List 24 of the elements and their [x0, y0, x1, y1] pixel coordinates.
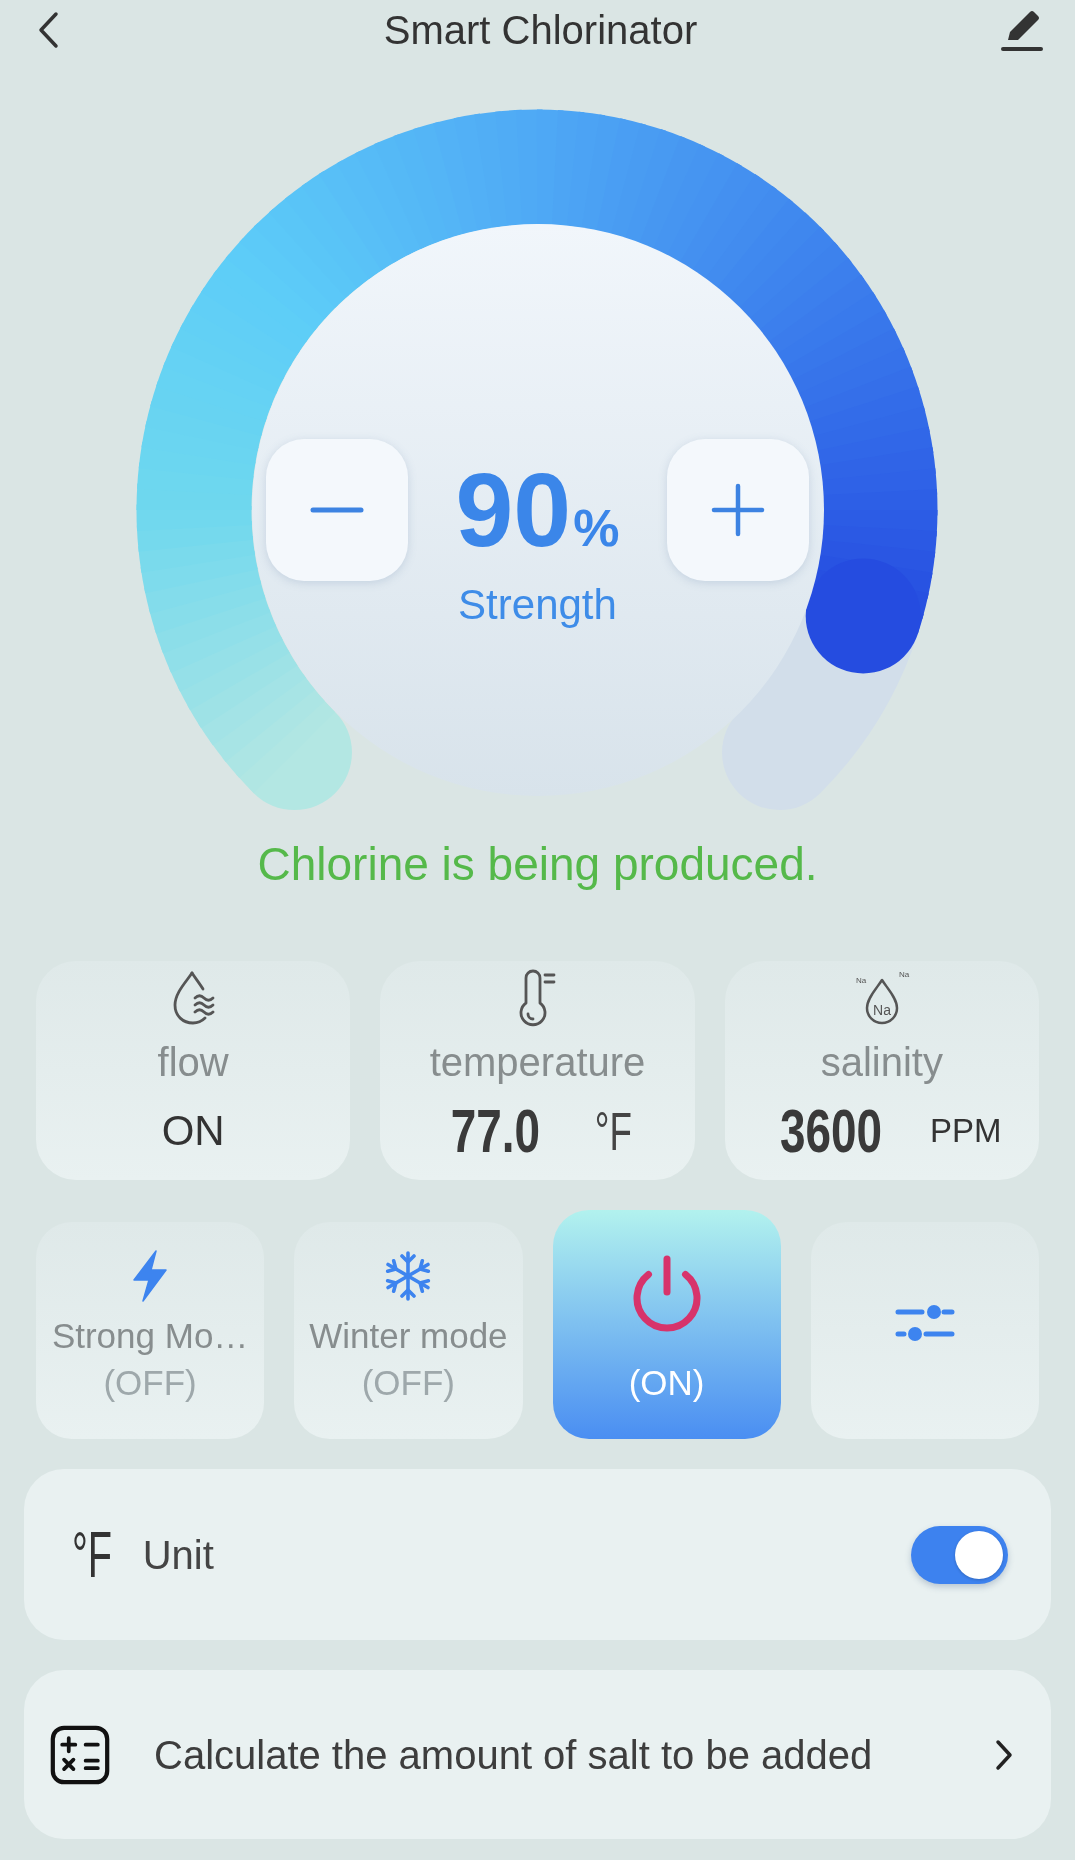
metric-label: salinity: [820, 1039, 943, 1085]
metric-value: 77.0: [450, 1101, 540, 1161]
metric-label: temperature: [429, 1039, 646, 1085]
metric-value: 3600: [780, 1101, 883, 1161]
metric-value: ON: [161, 1106, 225, 1156]
screen-title: Smart Chlorinator: [383, 7, 698, 54]
unit-symbol: °F: [72, 1519, 113, 1590]
power-button[interactable]: (ON): [552, 1210, 781, 1439]
strength-value: 90%: [455, 451, 620, 570]
salt-calculator-row[interactable]: Calculate the amount of salt to be added: [24, 1670, 1051, 1839]
strong-mode-button[interactable]: Strong Mo… (OFF): [36, 1222, 265, 1439]
back-icon[interactable]: [36, 11, 60, 49]
status-message: Chlorine is being produced.: [256, 838, 819, 890]
unit-label: Unit: [142, 1531, 214, 1579]
winter-mode-button[interactable]: Winter mode (OFF): [294, 1222, 523, 1439]
metric-unit: PPM: [930, 1111, 1002, 1151]
metric-label: flow: [157, 1039, 229, 1085]
calculator-icon: [50, 1724, 110, 1785]
metric-unit: °F: [594, 1101, 632, 1161]
strength-label: Strength: [458, 581, 617, 629]
unit-toggle[interactable]: [911, 1525, 1008, 1584]
plus-icon: [711, 483, 765, 537]
minus-icon: [310, 506, 364, 514]
chevron-icon: [994, 1737, 1014, 1772]
